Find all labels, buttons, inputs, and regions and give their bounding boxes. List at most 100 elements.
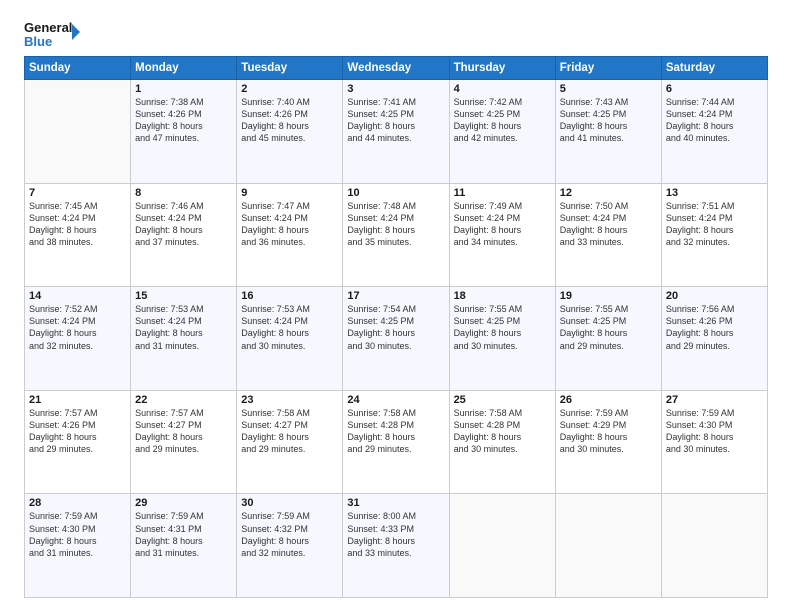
day-cell: 16Sunrise: 7:53 AM Sunset: 4:24 PM Dayli… bbox=[237, 287, 343, 391]
day-info: Sunrise: 8:00 AM Sunset: 4:33 PM Dayligh… bbox=[347, 510, 444, 559]
day-info: Sunrise: 7:42 AM Sunset: 4:25 PM Dayligh… bbox=[454, 96, 551, 145]
weekday-header-sunday: Sunday bbox=[25, 57, 131, 80]
day-info: Sunrise: 7:56 AM Sunset: 4:26 PM Dayligh… bbox=[666, 303, 763, 352]
day-info: Sunrise: 7:59 AM Sunset: 4:30 PM Dayligh… bbox=[29, 510, 126, 559]
weekday-header-row: SundayMondayTuesdayWednesdayThursdayFrid… bbox=[25, 57, 768, 80]
day-number: 8 bbox=[135, 187, 232, 199]
day-info: Sunrise: 7:46 AM Sunset: 4:24 PM Dayligh… bbox=[135, 200, 232, 249]
day-number: 1 bbox=[135, 83, 232, 95]
svg-text:General: General bbox=[24, 20, 72, 35]
day-number: 15 bbox=[135, 290, 232, 302]
day-info: Sunrise: 7:45 AM Sunset: 4:24 PM Dayligh… bbox=[29, 200, 126, 249]
day-cell: 10Sunrise: 7:48 AM Sunset: 4:24 PM Dayli… bbox=[343, 183, 449, 287]
week-row-1: 1Sunrise: 7:38 AM Sunset: 4:26 PM Daylig… bbox=[25, 80, 768, 184]
day-cell: 5Sunrise: 7:43 AM Sunset: 4:25 PM Daylig… bbox=[555, 80, 661, 184]
day-cell: 31Sunrise: 8:00 AM Sunset: 4:33 PM Dayli… bbox=[343, 494, 449, 598]
day-cell: 19Sunrise: 7:55 AM Sunset: 4:25 PM Dayli… bbox=[555, 287, 661, 391]
day-cell: 14Sunrise: 7:52 AM Sunset: 4:24 PM Dayli… bbox=[25, 287, 131, 391]
logo-icon: GeneralBlue bbox=[24, 18, 84, 50]
day-info: Sunrise: 7:53 AM Sunset: 4:24 PM Dayligh… bbox=[241, 303, 338, 352]
day-number: 11 bbox=[454, 187, 551, 199]
day-info: Sunrise: 7:59 AM Sunset: 4:32 PM Dayligh… bbox=[241, 510, 338, 559]
day-cell: 24Sunrise: 7:58 AM Sunset: 4:28 PM Dayli… bbox=[343, 390, 449, 494]
day-info: Sunrise: 7:41 AM Sunset: 4:25 PM Dayligh… bbox=[347, 96, 444, 145]
day-number: 18 bbox=[454, 290, 551, 302]
day-info: Sunrise: 7:38 AM Sunset: 4:26 PM Dayligh… bbox=[135, 96, 232, 145]
day-number: 5 bbox=[560, 83, 657, 95]
day-cell bbox=[449, 494, 555, 598]
day-cell: 20Sunrise: 7:56 AM Sunset: 4:26 PM Dayli… bbox=[661, 287, 767, 391]
week-row-4: 21Sunrise: 7:57 AM Sunset: 4:26 PM Dayli… bbox=[25, 390, 768, 494]
day-number: 12 bbox=[560, 187, 657, 199]
day-cell: 25Sunrise: 7:58 AM Sunset: 4:28 PM Dayli… bbox=[449, 390, 555, 494]
weekday-header-friday: Friday bbox=[555, 57, 661, 80]
day-number: 30 bbox=[241, 497, 338, 509]
day-info: Sunrise: 7:57 AM Sunset: 4:26 PM Dayligh… bbox=[29, 407, 126, 456]
day-cell: 28Sunrise: 7:59 AM Sunset: 4:30 PM Dayli… bbox=[25, 494, 131, 598]
day-cell: 13Sunrise: 7:51 AM Sunset: 4:24 PM Dayli… bbox=[661, 183, 767, 287]
day-cell: 17Sunrise: 7:54 AM Sunset: 4:25 PM Dayli… bbox=[343, 287, 449, 391]
day-number: 13 bbox=[666, 187, 763, 199]
calendar-table: SundayMondayTuesdayWednesdayThursdayFrid… bbox=[24, 56, 768, 598]
day-number: 26 bbox=[560, 394, 657, 406]
page: GeneralBlue SundayMondayTuesdayWednesday… bbox=[0, 0, 792, 612]
day-info: Sunrise: 7:58 AM Sunset: 4:28 PM Dayligh… bbox=[454, 407, 551, 456]
logo: GeneralBlue bbox=[24, 18, 84, 50]
day-cell: 22Sunrise: 7:57 AM Sunset: 4:27 PM Dayli… bbox=[131, 390, 237, 494]
day-cell: 30Sunrise: 7:59 AM Sunset: 4:32 PM Dayli… bbox=[237, 494, 343, 598]
day-number: 20 bbox=[666, 290, 763, 302]
day-cell: 21Sunrise: 7:57 AM Sunset: 4:26 PM Dayli… bbox=[25, 390, 131, 494]
day-info: Sunrise: 7:50 AM Sunset: 4:24 PM Dayligh… bbox=[560, 200, 657, 249]
day-cell: 9Sunrise: 7:47 AM Sunset: 4:24 PM Daylig… bbox=[237, 183, 343, 287]
header: GeneralBlue bbox=[24, 18, 768, 50]
day-number: 3 bbox=[347, 83, 444, 95]
day-cell: 7Sunrise: 7:45 AM Sunset: 4:24 PM Daylig… bbox=[25, 183, 131, 287]
day-cell: 29Sunrise: 7:59 AM Sunset: 4:31 PM Dayli… bbox=[131, 494, 237, 598]
day-info: Sunrise: 7:58 AM Sunset: 4:28 PM Dayligh… bbox=[347, 407, 444, 456]
day-number: 17 bbox=[347, 290, 444, 302]
day-info: Sunrise: 7:55 AM Sunset: 4:25 PM Dayligh… bbox=[454, 303, 551, 352]
day-cell: 11Sunrise: 7:49 AM Sunset: 4:24 PM Dayli… bbox=[449, 183, 555, 287]
weekday-header-tuesday: Tuesday bbox=[237, 57, 343, 80]
day-number: 10 bbox=[347, 187, 444, 199]
day-cell: 12Sunrise: 7:50 AM Sunset: 4:24 PM Dayli… bbox=[555, 183, 661, 287]
day-info: Sunrise: 7:49 AM Sunset: 4:24 PM Dayligh… bbox=[454, 200, 551, 249]
weekday-header-thursday: Thursday bbox=[449, 57, 555, 80]
day-number: 22 bbox=[135, 394, 232, 406]
day-cell bbox=[555, 494, 661, 598]
week-row-3: 14Sunrise: 7:52 AM Sunset: 4:24 PM Dayli… bbox=[25, 287, 768, 391]
day-number: 27 bbox=[666, 394, 763, 406]
day-number: 4 bbox=[454, 83, 551, 95]
day-number: 28 bbox=[29, 497, 126, 509]
day-info: Sunrise: 7:51 AM Sunset: 4:24 PM Dayligh… bbox=[666, 200, 763, 249]
day-info: Sunrise: 7:59 AM Sunset: 4:29 PM Dayligh… bbox=[560, 407, 657, 456]
svg-text:Blue: Blue bbox=[24, 34, 52, 49]
day-number: 14 bbox=[29, 290, 126, 302]
day-info: Sunrise: 7:59 AM Sunset: 4:30 PM Dayligh… bbox=[666, 407, 763, 456]
day-cell bbox=[25, 80, 131, 184]
week-row-2: 7Sunrise: 7:45 AM Sunset: 4:24 PM Daylig… bbox=[25, 183, 768, 287]
day-number: 25 bbox=[454, 394, 551, 406]
weekday-header-monday: Monday bbox=[131, 57, 237, 80]
day-info: Sunrise: 7:52 AM Sunset: 4:24 PM Dayligh… bbox=[29, 303, 126, 352]
day-number: 2 bbox=[241, 83, 338, 95]
day-number: 16 bbox=[241, 290, 338, 302]
day-cell: 2Sunrise: 7:40 AM Sunset: 4:26 PM Daylig… bbox=[237, 80, 343, 184]
day-cell: 8Sunrise: 7:46 AM Sunset: 4:24 PM Daylig… bbox=[131, 183, 237, 287]
day-cell: 27Sunrise: 7:59 AM Sunset: 4:30 PM Dayli… bbox=[661, 390, 767, 494]
day-cell: 26Sunrise: 7:59 AM Sunset: 4:29 PM Dayli… bbox=[555, 390, 661, 494]
day-number: 24 bbox=[347, 394, 444, 406]
day-number: 6 bbox=[666, 83, 763, 95]
day-cell: 15Sunrise: 7:53 AM Sunset: 4:24 PM Dayli… bbox=[131, 287, 237, 391]
day-number: 7 bbox=[29, 187, 126, 199]
day-info: Sunrise: 7:47 AM Sunset: 4:24 PM Dayligh… bbox=[241, 200, 338, 249]
day-info: Sunrise: 7:44 AM Sunset: 4:24 PM Dayligh… bbox=[666, 96, 763, 145]
day-cell: 1Sunrise: 7:38 AM Sunset: 4:26 PM Daylig… bbox=[131, 80, 237, 184]
day-cell: 4Sunrise: 7:42 AM Sunset: 4:25 PM Daylig… bbox=[449, 80, 555, 184]
day-info: Sunrise: 7:55 AM Sunset: 4:25 PM Dayligh… bbox=[560, 303, 657, 352]
day-number: 29 bbox=[135, 497, 232, 509]
weekday-header-wednesday: Wednesday bbox=[343, 57, 449, 80]
day-cell: 6Sunrise: 7:44 AM Sunset: 4:24 PM Daylig… bbox=[661, 80, 767, 184]
day-info: Sunrise: 7:40 AM Sunset: 4:26 PM Dayligh… bbox=[241, 96, 338, 145]
day-info: Sunrise: 7:53 AM Sunset: 4:24 PM Dayligh… bbox=[135, 303, 232, 352]
